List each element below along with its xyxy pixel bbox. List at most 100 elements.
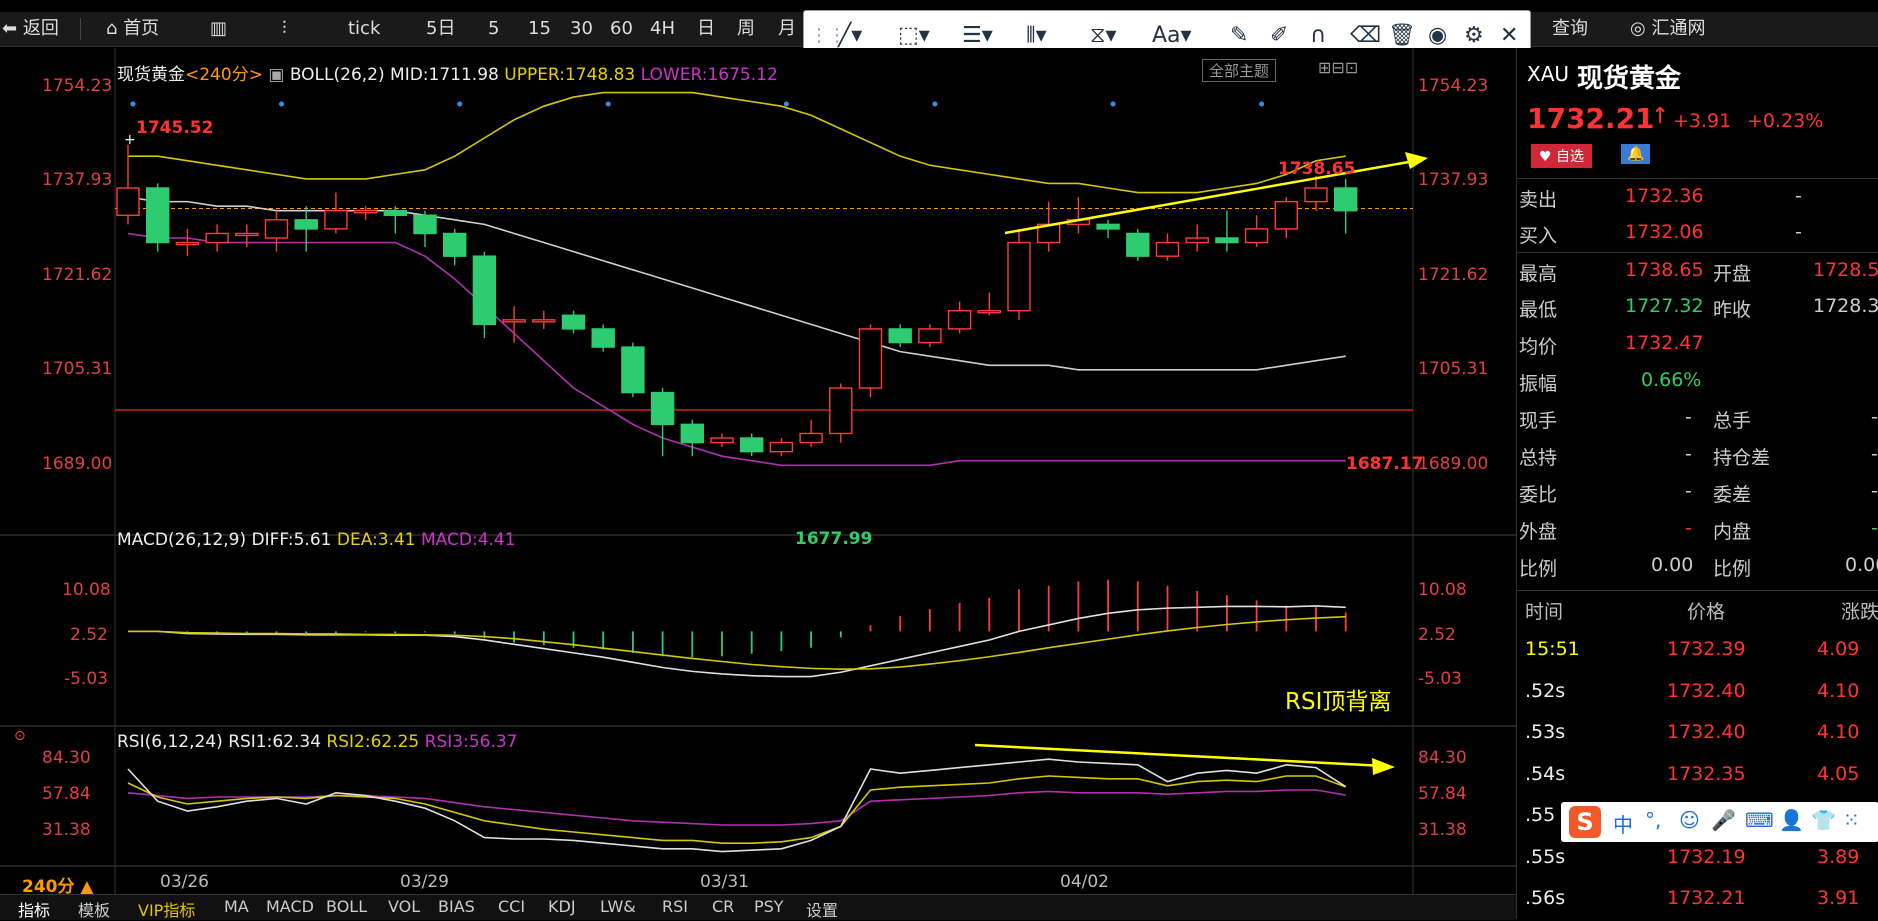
period-day[interactable]: 日 xyxy=(697,12,715,46)
bell-icon[interactable]: 🔔 xyxy=(1621,144,1651,164)
high-tick-mark: + xyxy=(124,132,136,148)
candle-body xyxy=(977,310,1001,314)
candle-body xyxy=(145,187,170,244)
indicator-settings-icon[interactable]: ⊙ xyxy=(14,728,26,744)
session-marker xyxy=(457,101,463,107)
rsi-header: RSI(6,12,24) RSI1:62.34 RSI2:62.25 RSI3:… xyxy=(117,732,517,752)
ime-emoji-icon[interactable]: ☺ xyxy=(1679,808,1700,832)
candle-body xyxy=(621,346,645,394)
period-tick[interactable]: tick xyxy=(348,12,380,46)
ime-menu-icon[interactable]: ⁙ xyxy=(1843,808,1860,832)
ime-toolbar[interactable]: S 中 °, ☺ 🎤 ⌨ 👤 👕 ⁙ xyxy=(1561,802,1878,842)
y-label-right: 1689.00 xyxy=(1418,454,1489,474)
ime-skin-icon[interactable]: 👕 xyxy=(1811,808,1836,832)
instrument-title: 现货黄金 xyxy=(1577,64,1682,94)
candle-body xyxy=(680,423,704,444)
y-label-right: 1705.31 xyxy=(1418,359,1489,379)
gear-icon[interactable]: ⚙ xyxy=(1464,21,1484,51)
tab-vol[interactable]: VOL xyxy=(388,897,420,916)
magnet-icon[interactable]: ∩ xyxy=(1310,21,1326,51)
hline-value-label: 1687.17 xyxy=(1346,454,1424,474)
rsi3-line xyxy=(127,789,1346,826)
tab-lw[interactable]: LW& xyxy=(600,897,636,916)
back-button[interactable]: ⬅ 返回 xyxy=(2,12,59,46)
ruler-icon[interactable]: ✎ xyxy=(1230,21,1248,51)
tab-boll[interactable]: BOLL xyxy=(326,897,367,916)
tab-template[interactable]: 模板 xyxy=(78,897,110,921)
candle-type-icon[interactable]: ⫶ xyxy=(282,12,287,46)
ime-logo-icon: S xyxy=(1569,806,1601,838)
macd-header: MACD(26,12,9) DIFF:5.61 DEA:3.41 MACD:4.… xyxy=(117,530,516,550)
tab-cci[interactable]: CCI xyxy=(498,897,525,916)
eye-icon[interactable]: ◉ xyxy=(1428,21,1447,51)
low-prev-row: 最低 1727.32 昨收 1728.30 xyxy=(1519,295,1878,321)
ime-user-icon[interactable]: 👤 xyxy=(1779,808,1804,832)
macd-y-label-right: -5.03 xyxy=(1418,669,1462,689)
ime-lang[interactable]: 中 xyxy=(1613,809,1633,838)
tab-rsi[interactable]: RSI xyxy=(662,897,688,916)
rsi-y-label-right: 57.84 xyxy=(1418,784,1467,804)
trend-arrowhead xyxy=(1405,152,1428,169)
pattern-tool-icon[interactable]: ⧖▾ xyxy=(1090,21,1117,51)
candle-body xyxy=(383,210,407,216)
trash-icon[interactable]: 🗑 xyxy=(1388,21,1416,51)
chart-type-icon[interactable]: ▥ xyxy=(210,12,227,46)
ime-keyboard-icon[interactable]: ⌨ xyxy=(1745,808,1774,832)
tick-change: 3.91 xyxy=(1817,887,1860,909)
period-week[interactable]: 周 xyxy=(737,12,755,46)
favorite-button[interactable]: ♥ 自选 xyxy=(1531,144,1593,168)
close-icon[interactable]: ✕ xyxy=(1500,21,1518,51)
panel-controls-icon[interactable]: ⊞⊟⊡ xyxy=(1318,58,1358,77)
tab-bias[interactable]: BIAS xyxy=(438,897,475,916)
buy-row: 买入 1732.06 - xyxy=(1519,221,1802,247)
period-60[interactable]: 60 xyxy=(610,12,633,46)
tab-settings[interactable]: 设置 xyxy=(806,897,838,921)
tab-vip[interactable]: VIP指标 xyxy=(138,897,195,921)
channel-tool-icon[interactable]: ⦀▾ xyxy=(1026,21,1047,51)
theme-button[interactable]: 全部主题 xyxy=(1202,59,1277,82)
rsi-y-label: 57.84 xyxy=(42,784,91,804)
candle-body xyxy=(413,214,437,235)
boll-icon: ▣ xyxy=(268,65,285,85)
x-date-label: 03/26 xyxy=(160,872,209,892)
y-label: 1737.93 xyxy=(42,170,113,190)
tab-cr[interactable]: CR xyxy=(712,897,734,916)
arrow-up-icon: ↑ xyxy=(1651,104,1670,129)
text-tool-icon[interactable]: Aa▾ xyxy=(1152,21,1192,51)
period-month[interactable]: 月 xyxy=(778,12,796,46)
query-button[interactable]: 查询 xyxy=(1552,12,1588,46)
shape-tool-icon[interactable]: ⬚▾ xyxy=(898,21,930,51)
candle-body xyxy=(502,319,526,323)
ime-mic-icon[interactable]: 🎤 xyxy=(1711,808,1736,832)
tab-kdj[interactable]: KDJ xyxy=(548,897,576,916)
candle-body xyxy=(472,255,497,326)
macd-value: MACD:4.41 xyxy=(421,530,516,550)
tick-time: .55 xyxy=(1525,804,1556,826)
ime-punct-icon[interactable]: °, xyxy=(1645,808,1661,832)
home-icon: ⌂ xyxy=(106,18,118,39)
tick-price: 1732.40 xyxy=(1667,721,1746,743)
line-tool-icon[interactable]: ╱▾ xyxy=(838,21,862,51)
rsi3-value: RSI3:56.37 xyxy=(424,732,518,752)
trend-line xyxy=(1004,158,1421,235)
eraser-icon[interactable]: ⌫ xyxy=(1350,21,1381,51)
candle-body xyxy=(1007,241,1031,312)
fib-tool-icon[interactable]: ☰▾ xyxy=(962,21,993,51)
candle-body xyxy=(532,319,556,323)
tick-change: 3.89 xyxy=(1817,845,1860,868)
top-menu-strip xyxy=(0,0,1878,10)
tab-macd[interactable]: MACD xyxy=(266,897,314,916)
tab-indicator[interactable]: 指标 xyxy=(18,897,50,921)
rsi1-value: RSI1:62.34 xyxy=(228,732,322,752)
huitong-link[interactable]: ◎ 汇通网 xyxy=(1630,12,1705,46)
period-4h[interactable]: 4H xyxy=(650,12,675,46)
period-15[interactable]: 15 xyxy=(528,12,551,46)
rsi-y-label-right: 31.38 xyxy=(1418,820,1467,840)
pen-icon[interactable]: ✐ xyxy=(1270,21,1288,51)
period-5[interactable]: 5 xyxy=(488,12,499,46)
tab-ma[interactable]: MA xyxy=(224,897,249,916)
tab-psy[interactable]: PSY xyxy=(754,897,784,916)
home-button[interactable]: ⌂ 首页 xyxy=(106,12,159,46)
period-30[interactable]: 30 xyxy=(570,12,593,46)
period-5day[interactable]: 5日 xyxy=(426,12,455,46)
